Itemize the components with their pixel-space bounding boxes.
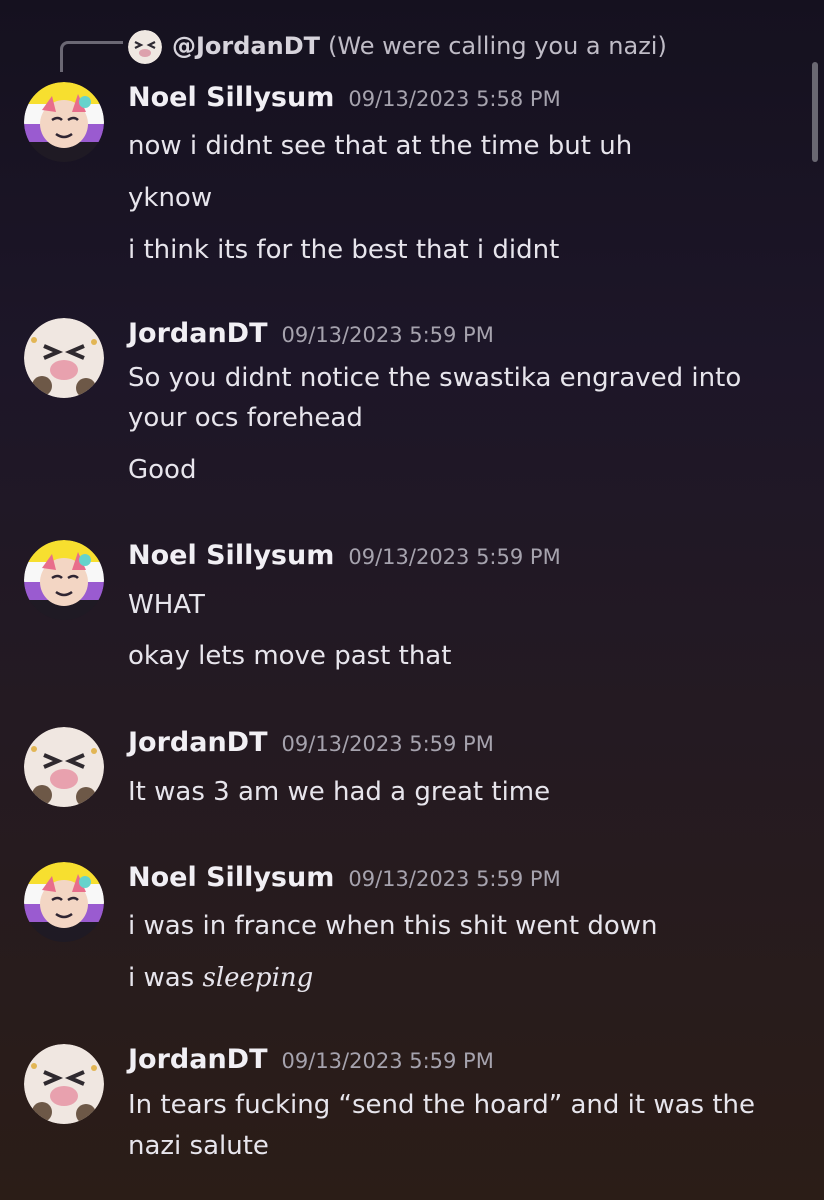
avatar[interactable] <box>24 318 104 398</box>
scrollbar[interactable] <box>812 62 818 162</box>
message-text: WHAT <box>128 590 205 620</box>
message-text: Good <box>128 455 197 485</box>
message-text-italic: sleeping <box>202 963 314 993</box>
reply-avatar <box>128 30 162 64</box>
message-text: It was 3 am we had a great time <box>128 777 551 807</box>
avatar[interactable] <box>24 727 104 807</box>
username[interactable]: Noel Sillysum <box>128 82 334 113</box>
username[interactable]: Noel Sillysum <box>128 540 334 571</box>
avatar[interactable] <box>24 540 104 620</box>
username[interactable]: JordanDT <box>128 1044 268 1075</box>
message-text: i was in france when this shit went down <box>128 911 658 941</box>
timestamp: 09/13/2023 5:59 PM <box>348 867 561 891</box>
username[interactable]: JordanDT <box>128 318 268 349</box>
message-text-prefix: i was <box>128 963 203 993</box>
reply-connector-line <box>60 41 123 72</box>
message-text: nazi salute <box>128 1131 269 1161</box>
timestamp: 09/13/2023 5:58 PM <box>348 87 561 111</box>
message-text: okay lets move past that <box>128 641 452 671</box>
message-text: In tears fucking “send the hoard” and it… <box>128 1090 756 1120</box>
message-text: i was sleeping <box>128 963 313 993</box>
message-text: yknow <box>128 183 213 213</box>
reply-reference[interactable]: @JordanDT (We were calling you a nazi) <box>0 26 760 72</box>
timestamp: 09/13/2023 5:59 PM <box>281 1049 494 1073</box>
username[interactable]: Noel Sillysum <box>128 862 334 893</box>
username[interactable]: JordanDT <box>128 727 268 758</box>
message-text: i think its for the best that i didnt <box>128 235 560 265</box>
timestamp: 09/13/2023 5:59 PM <box>281 323 494 347</box>
message-text: So you didnt notice the swastika engrave… <box>128 363 742 393</box>
message-text: now i didnt see that at the time but uh <box>128 131 633 161</box>
timestamp: 09/13/2023 5:59 PM <box>281 732 494 756</box>
avatar[interactable] <box>24 862 104 942</box>
avatar[interactable] <box>24 1044 104 1124</box>
message-text: your ocs forehead <box>128 403 363 433</box>
avatar[interactable] <box>24 82 104 162</box>
reply-username[interactable]: @JordanDT <box>172 32 320 60</box>
reply-preview[interactable]: (We were calling you a nazi) <box>328 32 667 60</box>
timestamp: 09/13/2023 5:59 PM <box>348 545 561 569</box>
